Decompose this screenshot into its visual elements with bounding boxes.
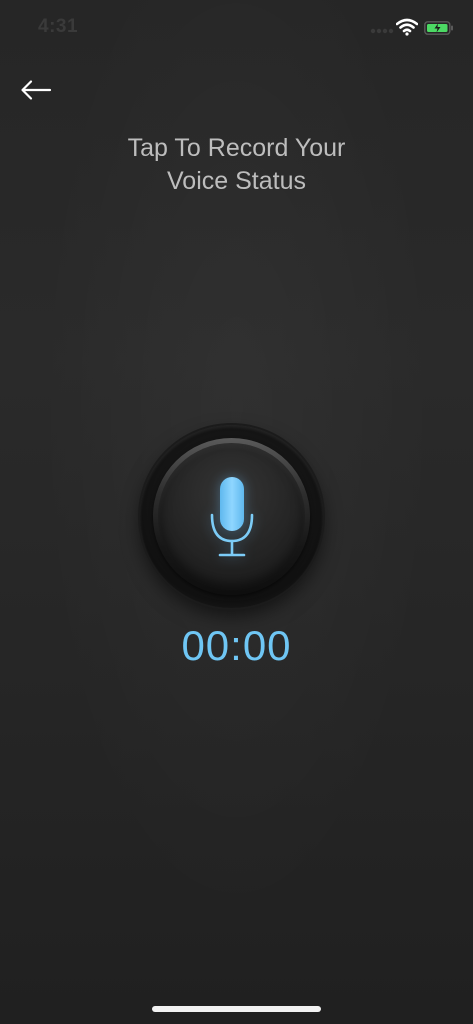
back-arrow-icon — [21, 80, 52, 100]
back-button[interactable] — [18, 76, 54, 104]
status-bar: 4:31 — [0, 0, 473, 56]
title-line-1: Tap To Record Your — [127, 134, 346, 162]
record-button-face — [158, 443, 305, 590]
microphone-icon — [210, 476, 253, 556]
signal-icon — [370, 28, 394, 34]
wifi-icon — [396, 18, 418, 36]
battery-icon — [424, 21, 453, 35]
record-timer: 00:00 — [181, 622, 292, 669]
page-title: Tap To Record Your Voice Status — [0, 132, 473, 198]
status-time: 4:31 — [38, 16, 79, 37]
home-indicator — [152, 1006, 321, 1012]
record-button[interactable] — [140, 425, 323, 608]
record-button-ring — [153, 438, 310, 595]
title-line-2: Voice Status — [167, 167, 306, 195]
